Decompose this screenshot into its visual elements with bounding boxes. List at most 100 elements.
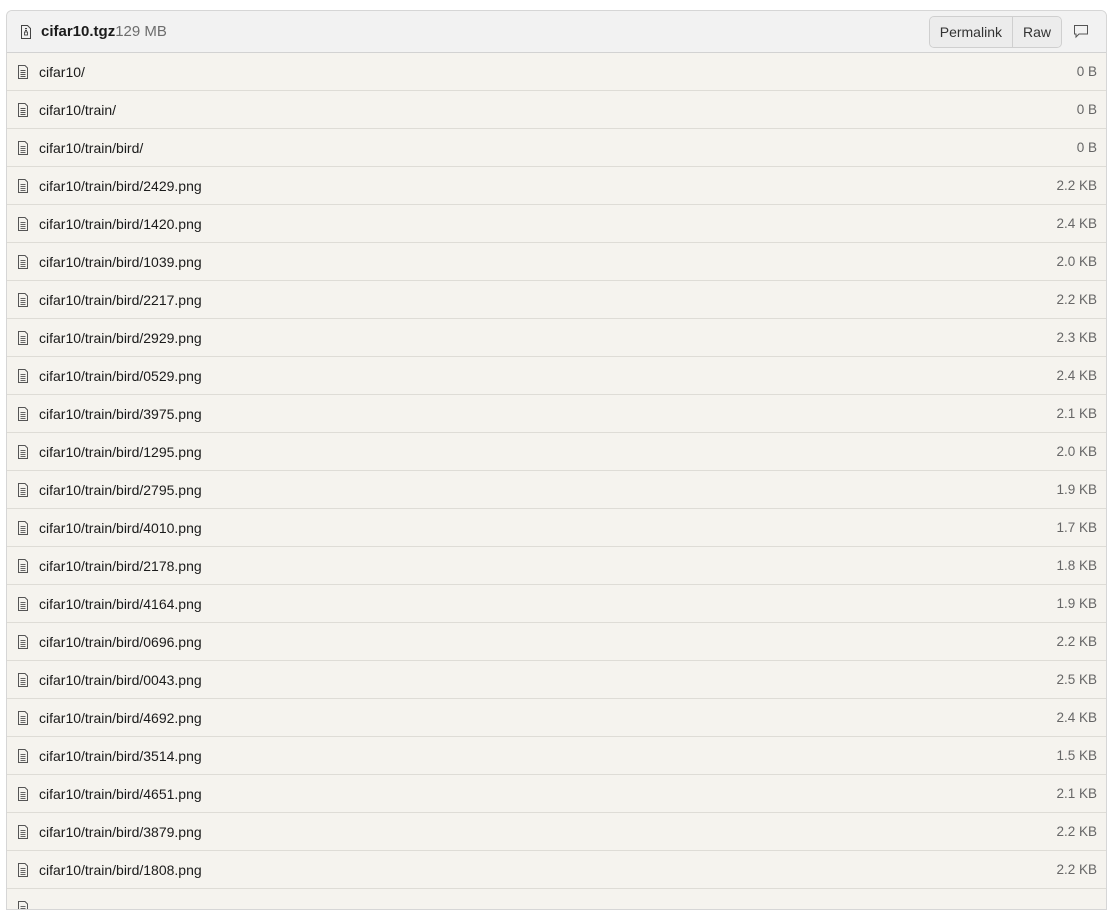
file-row[interactable]: cifar10/train/bird/1420.png2.4 KB (7, 205, 1106, 243)
permalink-button[interactable]: Permalink (930, 17, 1012, 47)
file-size-value: 1.8 KB (1056, 558, 1097, 573)
file-path: cifar10/train/bird/4164.png (39, 596, 1056, 612)
file-path: cifar10/train/ (39, 102, 1077, 118)
file-viewer-panel: cifar10.tgz 129 MB Permalink Raw cifar10… (6, 10, 1107, 910)
file-path: cifar10/train/bird/1808.png (39, 862, 1056, 878)
document-icon (17, 710, 31, 726)
file-path: cifar10/train/bird/ (39, 140, 1077, 156)
document-icon (17, 330, 31, 346)
document-icon (17, 558, 31, 574)
document-icon (17, 482, 31, 498)
view-button-group: Permalink Raw (929, 16, 1062, 48)
file-size-value: 2.0 KB (1056, 254, 1097, 269)
file-size-value: 0 B (1077, 140, 1097, 155)
document-icon (17, 786, 31, 802)
file-path: cifar10/train/bird/3514.png (39, 748, 1056, 764)
document-icon (17, 824, 31, 840)
document-icon (17, 596, 31, 612)
document-icon (17, 254, 31, 270)
file-path: cifar10/train/bird/2429.png (39, 178, 1056, 194)
file-path: cifar10/train/bird/1039.png (39, 254, 1056, 270)
file-path: cifar10/train/bird/4651.png (39, 786, 1056, 802)
file-size-value: 2.4 KB (1056, 710, 1097, 725)
file-row[interactable]: cifar10/train/bird/2178.png1.8 KB (7, 547, 1106, 585)
file-size-value: 2.2 KB (1056, 292, 1097, 307)
file-header: cifar10.tgz 129 MB Permalink Raw (7, 11, 1106, 53)
document-icon (17, 64, 31, 80)
file-row[interactable]: cifar10/train/bird/4651.png2.1 KB (7, 775, 1106, 813)
document-icon (17, 368, 31, 384)
file-path: cifar10/train/bird/1295.png (39, 444, 1056, 460)
file-size-value: 1.9 KB (1056, 482, 1097, 497)
file-row[interactable]: cifar10/train/bird/4164.png1.9 KB (7, 585, 1106, 623)
file-row[interactable]: cifar10/train/bird/2929.png2.3 KB (7, 319, 1106, 357)
file-path: cifar10/ (39, 64, 1077, 80)
document-icon (17, 900, 31, 910)
file-row[interactable] (7, 889, 1106, 910)
document-icon (17, 862, 31, 878)
file-size-value: 1.9 KB (1056, 596, 1097, 611)
file-path: cifar10/train/bird/1420.png (39, 216, 1056, 232)
document-icon (17, 444, 31, 460)
document-icon (17, 520, 31, 536)
file-size-value: 0 B (1077, 102, 1097, 117)
file-row[interactable]: cifar10/train/bird/2217.png2.2 KB (7, 281, 1106, 319)
file-row[interactable]: cifar10/train/bird/4692.png2.4 KB (7, 699, 1106, 737)
file-path: cifar10/train/bird/2929.png (39, 330, 1056, 346)
file-row[interactable]: cifar10/train/bird/1808.png2.2 KB (7, 851, 1106, 889)
file-row[interactable]: cifar10/train/bird/3879.png2.2 KB (7, 813, 1106, 851)
file-row[interactable]: cifar10/train/bird/0 B (7, 129, 1106, 167)
file-path: cifar10/train/bird/3975.png (39, 406, 1056, 422)
file-path: cifar10/train/bird/2795.png (39, 482, 1056, 498)
archive-file-icon (20, 24, 34, 40)
file-row[interactable]: cifar10/train/bird/0696.png2.2 KB (7, 623, 1106, 661)
document-icon (17, 672, 31, 688)
file-size-value: 2.4 KB (1056, 368, 1097, 383)
file-size-value: 2.1 KB (1056, 786, 1097, 801)
file-size: 129 MB (115, 23, 167, 40)
file-list: cifar10/0 Bcifar10/train/0 Bcifar10/trai… (7, 53, 1106, 910)
file-path: cifar10/train/bird/0529.png (39, 368, 1056, 384)
document-icon (17, 140, 31, 156)
file-row[interactable]: cifar10/train/0 B (7, 91, 1106, 129)
file-size-value: 0 B (1077, 64, 1097, 79)
file-size-value: 2.2 KB (1056, 862, 1097, 877)
document-icon (17, 406, 31, 422)
raw-button[interactable]: Raw (1012, 17, 1061, 47)
document-icon (17, 178, 31, 194)
file-size-value: 1.5 KB (1056, 748, 1097, 763)
file-row[interactable]: cifar10/train/bird/0529.png2.4 KB (7, 357, 1106, 395)
file-size-value: 2.2 KB (1056, 634, 1097, 649)
document-icon (17, 634, 31, 650)
file-row[interactable]: cifar10/train/bird/3514.png1.5 KB (7, 737, 1106, 775)
document-icon (17, 102, 31, 118)
file-row[interactable]: cifar10/train/bird/4010.png1.7 KB (7, 509, 1106, 547)
document-icon (17, 292, 31, 308)
file-size-value: 2.2 KB (1056, 178, 1097, 193)
file-path: cifar10/train/bird/2217.png (39, 292, 1056, 308)
document-icon (17, 748, 31, 764)
file-size-value: 2.3 KB (1056, 330, 1097, 345)
file-row[interactable]: cifar10/train/bird/0043.png2.5 KB (7, 661, 1106, 699)
comment-icon[interactable] (1072, 23, 1090, 41)
file-size-value: 2.5 KB (1056, 672, 1097, 687)
file-path: cifar10/train/bird/4010.png (39, 520, 1056, 536)
file-path: cifar10/train/bird/4692.png (39, 710, 1056, 726)
file-row[interactable]: cifar10/train/bird/3975.png2.1 KB (7, 395, 1106, 433)
file-row[interactable]: cifar10/train/bird/1039.png2.0 KB (7, 243, 1106, 281)
file-path: cifar10/train/bird/3879.png (39, 824, 1056, 840)
file-row[interactable]: cifar10/0 B (7, 53, 1106, 91)
file-row[interactable]: cifar10/train/bird/2795.png1.9 KB (7, 471, 1106, 509)
file-path: cifar10/train/bird/0696.png (39, 634, 1056, 650)
document-icon (17, 216, 31, 232)
file-row[interactable]: cifar10/train/bird/1295.png2.0 KB (7, 433, 1106, 471)
file-row[interactable]: cifar10/train/bird/2429.png2.2 KB (7, 167, 1106, 205)
file-size-value: 1.7 KB (1056, 520, 1097, 535)
file-size-value: 2.0 KB (1056, 444, 1097, 459)
file-path: cifar10/train/bird/2178.png (39, 558, 1056, 574)
file-path: cifar10/train/bird/0043.png (39, 672, 1056, 688)
file-name: cifar10.tgz (41, 23, 115, 40)
file-size-value: 2.2 KB (1056, 824, 1097, 839)
file-size-value: 2.4 KB (1056, 216, 1097, 231)
file-size-value: 2.1 KB (1056, 406, 1097, 421)
